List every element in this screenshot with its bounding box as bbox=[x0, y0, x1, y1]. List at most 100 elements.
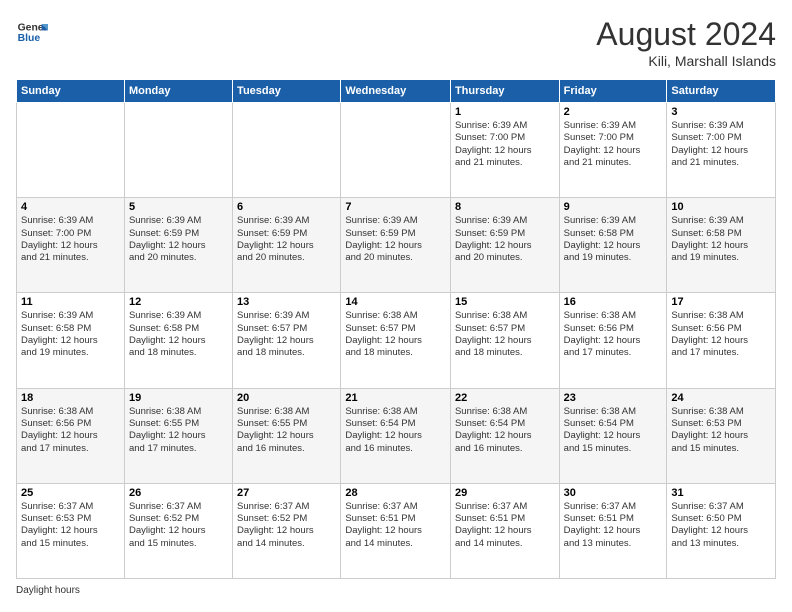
day-info: Sunrise: 6:39 AM Sunset: 6:58 PM Dayligh… bbox=[21, 310, 120, 359]
calendar-cell: 1Sunrise: 6:39 AM Sunset: 7:00 PM Daylig… bbox=[450, 103, 559, 198]
calendar-cell: 27Sunrise: 6:37 AM Sunset: 6:52 PM Dayli… bbox=[233, 483, 341, 578]
day-number: 25 bbox=[21, 487, 120, 499]
day-number: 31 bbox=[671, 487, 771, 499]
calendar-week-row: 1 Sunrise: 6:39 AM Sunset: 7:00 PM Daylig… bbox=[17, 103, 776, 198]
calendar-cell: 6 Sunrise: 6:39 AM Sunset: 6:59 PM Daylig… bbox=[233, 198, 341, 293]
day-number: 1 bbox=[455, 106, 555, 118]
day-info: Sunrise: 6:37 AM Sunset: 6:51 PM Dayligh… bbox=[345, 501, 446, 550]
calendar-weekday-tuesday: Tuesday bbox=[233, 80, 341, 103]
day-info: Sunrise: 6:39 AM Sunset: 6:59 PM Dayligh… bbox=[345, 215, 446, 264]
legend: Daylight hours bbox=[16, 585, 776, 596]
calendar-cell: 10 Sunrise: 6:39 AM Sunset: 6:58 PM Dayli… bbox=[667, 198, 776, 293]
calendar-cell: 4Sunrise: 6:39 AM Sunset: 7:00 PM Daylig… bbox=[17, 198, 125, 293]
calendar-cell: 25 Sunrise: 6:37 AM Sunset: 6:53 PM Dayli… bbox=[17, 483, 125, 578]
calendar-cell bbox=[17, 103, 125, 198]
calendar-weekday-friday: Friday bbox=[559, 80, 667, 103]
day-number: 6 bbox=[237, 201, 336, 213]
day-info: Sunrise: 6:39 AM Sunset: 6:59 PM Dayligh… bbox=[455, 215, 555, 264]
calendar-cell: 14Sunrise: 6:38 AM Sunset: 6:57 PM Dayli… bbox=[341, 293, 451, 388]
calendar-cell: 5 Sunrise: 6:39 AM Sunset: 6:59 PM Daylig… bbox=[124, 198, 232, 293]
logo: General Blue bbox=[16, 16, 48, 48]
calendar-cell: 15Sunrise: 6:38 AM Sunset: 6:57 PM Dayli… bbox=[450, 293, 559, 388]
calendar-cell bbox=[124, 103, 232, 198]
day-info: Sunrise: 6:37 AM Sunset: 6:51 PM Dayligh… bbox=[455, 501, 555, 550]
calendar-cell: 26 Sunrise: 6:37 AM Sunset: 6:52 PM Dayli… bbox=[124, 483, 232, 578]
day-info: Sunrise: 6:39 AM Sunset: 6:57 PM Dayligh… bbox=[237, 310, 336, 359]
calendar-cell: 3 Sunrise: 6:39 AM Sunset: 7:00 PM Daylig… bbox=[667, 103, 776, 198]
calendar-cell: 31 Sunrise: 6:37 AM Sunset: 6:50 PM Dayli… bbox=[667, 483, 776, 578]
day-info: Sunrise: 6:39 AM Sunset: 6:58 PM Dayligh… bbox=[129, 310, 228, 359]
title-block: August 2024 Kili, Marshall Islands bbox=[596, 16, 776, 69]
day-number: 3 bbox=[671, 106, 771, 118]
calendar-cell: 18 Sunrise: 6:38 AM Sunset: 6:56 PM Dayli… bbox=[17, 388, 125, 483]
calendar-cell: 13 Sunrise: 6:39 AM Sunset: 6:57 PM Dayli… bbox=[233, 293, 341, 388]
day-number: 13 bbox=[237, 296, 336, 308]
day-info: Sunrise: 6:38 AM Sunset: 6:53 PM Dayligh… bbox=[671, 406, 771, 455]
day-number: 16 bbox=[564, 296, 663, 308]
calendar-table: SundayMondayTuesdayWednesdayThursdayFrid… bbox=[16, 79, 776, 579]
location-title: Kili, Marshall Islands bbox=[596, 53, 776, 69]
day-info: Sunrise: 6:39 AM Sunset: 6:59 PM Dayligh… bbox=[237, 215, 336, 264]
day-number: 21 bbox=[345, 392, 446, 404]
day-info: Sunrise: 6:38 AM Sunset: 6:54 PM Dayligh… bbox=[455, 406, 555, 455]
day-info: Sunrise: 6:38 AM Sunset: 6:56 PM Dayligh… bbox=[564, 310, 663, 359]
day-number: 10 bbox=[671, 201, 771, 213]
calendar-cell: 2Sunrise: 6:39 AM Sunset: 7:00 PM Daylig… bbox=[559, 103, 667, 198]
calendar-cell: 28 Sunrise: 6:37 AM Sunset: 6:51 PM Dayli… bbox=[341, 483, 451, 578]
calendar-cell: 30Sunrise: 6:37 AM Sunset: 6:51 PM Dayli… bbox=[559, 483, 667, 578]
day-number: 19 bbox=[129, 392, 228, 404]
calendar-week-row: 18 Sunrise: 6:38 AM Sunset: 6:56 PM Dayli… bbox=[17, 388, 776, 483]
calendar-cell: 8 Sunrise: 6:39 AM Sunset: 6:59 PM Daylig… bbox=[450, 198, 559, 293]
day-number: 18 bbox=[21, 392, 120, 404]
day-number: 11 bbox=[21, 296, 120, 308]
calendar-cell: 16 Sunrise: 6:38 AM Sunset: 6:56 PM Dayli… bbox=[559, 293, 667, 388]
day-number: 17 bbox=[671, 296, 771, 308]
day-info: Sunrise: 6:39 AM Sunset: 6:58 PM Dayligh… bbox=[671, 215, 771, 264]
day-number: 14 bbox=[345, 296, 446, 308]
calendar-cell: 12Sunrise: 6:39 AM Sunset: 6:58 PM Dayli… bbox=[124, 293, 232, 388]
calendar-header-row: SundayMondayTuesdayWednesdayThursdayFrid… bbox=[17, 80, 776, 103]
calendar-week-row: 25 Sunrise: 6:37 AM Sunset: 6:53 PM Dayli… bbox=[17, 483, 776, 578]
day-number: 4 bbox=[21, 201, 120, 213]
day-info: Sunrise: 6:38 AM Sunset: 6:54 PM Dayligh… bbox=[564, 406, 663, 455]
day-info: Sunrise: 6:38 AM Sunset: 6:55 PM Dayligh… bbox=[237, 406, 336, 455]
day-info: Sunrise: 6:37 AM Sunset: 6:51 PM Dayligh… bbox=[564, 501, 663, 550]
calendar-weekday-thursday: Thursday bbox=[450, 80, 559, 103]
day-info: Sunrise: 6:38 AM Sunset: 6:56 PM Dayligh… bbox=[671, 310, 771, 359]
calendar-cell: 24Sunrise: 6:38 AM Sunset: 6:53 PM Dayli… bbox=[667, 388, 776, 483]
calendar-weekday-sunday: Sunday bbox=[17, 80, 125, 103]
calendar-week-row: 11 Sunrise: 6:39 AM Sunset: 6:58 PM Dayli… bbox=[17, 293, 776, 388]
daylight-label: Daylight hours bbox=[16, 585, 80, 596]
month-year-title: August 2024 bbox=[596, 16, 776, 53]
calendar-cell: 22 Sunrise: 6:38 AM Sunset: 6:54 PM Dayli… bbox=[450, 388, 559, 483]
day-number: 26 bbox=[129, 487, 228, 499]
day-info: Sunrise: 6:39 AM Sunset: 7:00 PM Dayligh… bbox=[671, 120, 771, 169]
calendar-cell: 23Sunrise: 6:38 AM Sunset: 6:54 PM Dayli… bbox=[559, 388, 667, 483]
day-info: Sunrise: 6:37 AM Sunset: 6:52 PM Dayligh… bbox=[129, 501, 228, 550]
logo-icon: General Blue bbox=[16, 16, 48, 48]
header: General Blue August 2024 Kili, Marshall … bbox=[16, 16, 776, 69]
calendar-cell: 11 Sunrise: 6:39 AM Sunset: 6:58 PM Dayli… bbox=[17, 293, 125, 388]
day-info: Sunrise: 6:37 AM Sunset: 6:50 PM Dayligh… bbox=[671, 501, 771, 550]
day-number: 8 bbox=[455, 201, 555, 213]
day-info: Sunrise: 6:39 AM Sunset: 7:00 PM Dayligh… bbox=[564, 120, 663, 169]
svg-text:Blue: Blue bbox=[18, 33, 41, 44]
day-number: 5 bbox=[129, 201, 228, 213]
calendar-weekday-monday: Monday bbox=[124, 80, 232, 103]
day-number: 28 bbox=[345, 487, 446, 499]
calendar-cell: 20Sunrise: 6:38 AM Sunset: 6:55 PM Dayli… bbox=[233, 388, 341, 483]
calendar-weekday-saturday: Saturday bbox=[667, 80, 776, 103]
day-info: Sunrise: 6:39 AM Sunset: 6:58 PM Dayligh… bbox=[564, 215, 663, 264]
calendar-cell: 17 Sunrise: 6:38 AM Sunset: 6:56 PM Dayli… bbox=[667, 293, 776, 388]
calendar-week-row: 4Sunrise: 6:39 AM Sunset: 7:00 PM Daylig… bbox=[17, 198, 776, 293]
day-info: Sunrise: 6:38 AM Sunset: 6:56 PM Dayligh… bbox=[21, 406, 120, 455]
calendar-cell: 19Sunrise: 6:38 AM Sunset: 6:55 PM Dayli… bbox=[124, 388, 232, 483]
calendar-cell: 21 Sunrise: 6:38 AM Sunset: 6:54 PM Dayli… bbox=[341, 388, 451, 483]
calendar-cell: 7 Sunrise: 6:39 AM Sunset: 6:59 PM Daylig… bbox=[341, 198, 451, 293]
day-number: 7 bbox=[345, 201, 446, 213]
calendar-cell bbox=[233, 103, 341, 198]
day-info: Sunrise: 6:38 AM Sunset: 6:54 PM Dayligh… bbox=[345, 406, 446, 455]
day-number: 22 bbox=[455, 392, 555, 404]
day-info: Sunrise: 6:39 AM Sunset: 6:59 PM Dayligh… bbox=[129, 215, 228, 264]
day-info: Sunrise: 6:37 AM Sunset: 6:53 PM Dayligh… bbox=[21, 501, 120, 550]
